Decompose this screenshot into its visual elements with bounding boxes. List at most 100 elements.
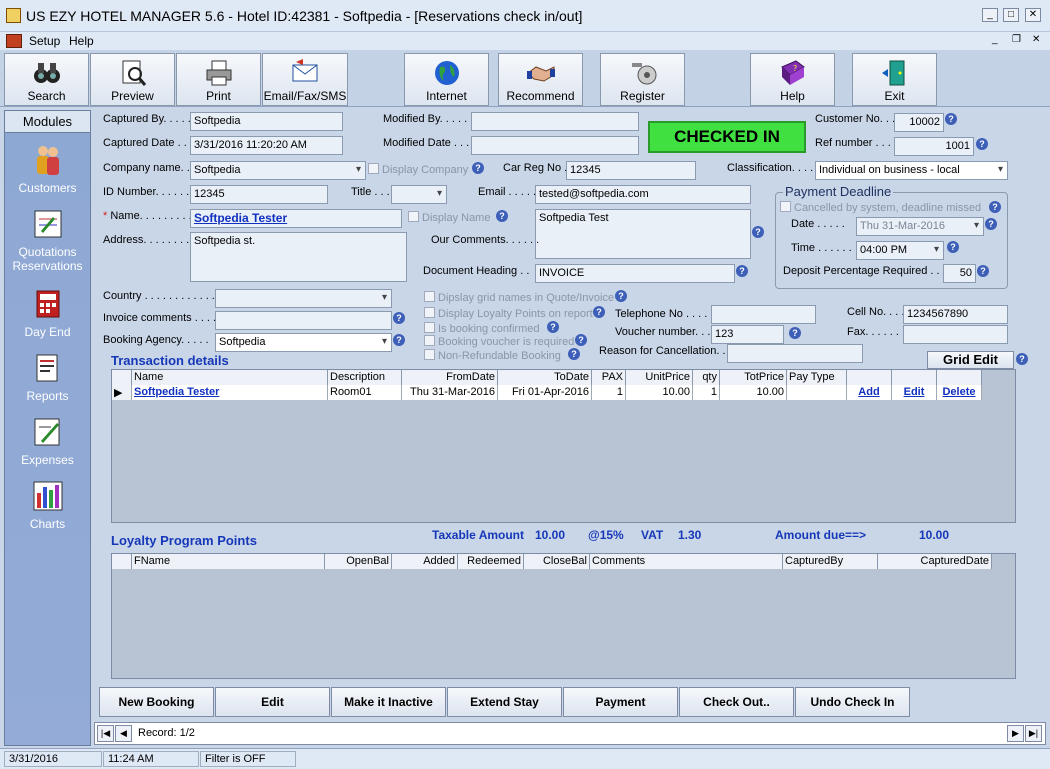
col-name[interactable]: Name xyxy=(132,370,328,385)
fax-field[interactable] xyxy=(903,325,1008,344)
col-paytype[interactable]: Pay Type xyxy=(787,370,847,385)
help-icon[interactable]: ? xyxy=(989,201,1001,213)
col-todate[interactable]: ToDate xyxy=(498,370,592,385)
help-icon[interactable]: ? xyxy=(976,138,988,150)
title-select[interactable] xyxy=(391,185,447,204)
booking-confirmed-checkbox[interactable]: Is booking confirmed xyxy=(424,322,540,335)
address-field[interactable]: Softpedia st. xyxy=(190,232,407,282)
help-icon[interactable]: ? xyxy=(568,348,580,360)
booking-agency-select[interactable]: Softpedia xyxy=(215,333,392,352)
recommend-button[interactable]: Recommend xyxy=(498,53,583,106)
undo-check-in-button[interactable]: Undo Check In xyxy=(795,687,910,717)
id-number-field[interactable]: 12345 xyxy=(190,185,328,204)
row-selector-icon[interactable]: ▶ xyxy=(112,385,132,400)
cell-description[interactable]: Room01 xyxy=(328,385,402,400)
payment-button[interactable]: Payment xyxy=(563,687,678,717)
help-icon[interactable]: ? xyxy=(945,113,957,125)
col-pax[interactable]: PAX xyxy=(592,370,626,385)
col-totprice[interactable]: TotPrice xyxy=(720,370,787,385)
modified-by-field[interactable] xyxy=(471,112,639,131)
cell-name[interactable]: Softpedia Tester xyxy=(132,385,328,400)
add-link[interactable]: Add xyxy=(847,385,892,400)
help-icon[interactable]: ? xyxy=(977,265,989,277)
display-name-checkbox[interactable]: Display Name xyxy=(408,211,490,224)
cell-qty[interactable]: 1 xyxy=(693,385,720,400)
captured-date-field[interactable]: 3/31/2016 11:20:20 AM xyxy=(190,136,343,155)
telephone-field[interactable] xyxy=(711,305,816,324)
help-icon[interactable]: ? xyxy=(593,306,605,318)
help-icon[interactable]: ? xyxy=(752,226,764,238)
help-icon[interactable]: ? xyxy=(496,210,508,222)
ref-number-field[interactable]: 1001 xyxy=(894,137,974,156)
modified-date-field[interactable] xyxy=(471,136,639,155)
sidebar-item-customers[interactable]: Customers xyxy=(5,143,90,195)
deadline-date-picker[interactable]: Thu 31-Mar-2016 xyxy=(856,217,984,236)
col-captureddate[interactable]: CapturedDate xyxy=(878,554,992,569)
comments-field[interactable]: Softpedia Test xyxy=(535,209,751,259)
check-out-button[interactable]: Check Out.. xyxy=(679,687,794,717)
app-menu-icon[interactable] xyxy=(6,34,22,48)
cell-totprice[interactable]: 10.00 xyxy=(720,385,787,400)
cell-fromdate[interactable]: Thu 31-Mar-2016 xyxy=(402,385,498,400)
sidebar-item-expenses[interactable]: Expenses xyxy=(5,415,90,467)
col-comments[interactable]: Comments xyxy=(590,554,783,569)
voucher-field[interactable]: 123 xyxy=(711,325,784,344)
previous-record-icon[interactable]: ◀ xyxy=(115,725,132,742)
print-button[interactable]: Print xyxy=(176,53,261,106)
help-icon[interactable]: ? xyxy=(472,162,484,174)
loyalty-points-checkbox[interactable]: Display Loyalty Points on report xyxy=(424,307,593,320)
sidebar-item-quotations[interactable]: Quotations Reservations xyxy=(5,207,90,273)
extend-stay-button[interactable]: Extend Stay xyxy=(447,687,562,717)
email-field[interactable]: tested@softpedia.com xyxy=(535,185,751,204)
mdi-close-icon[interactable]: ✕ xyxy=(1032,34,1040,45)
help-icon[interactable]: ? xyxy=(1016,353,1028,365)
country-select[interactable] xyxy=(215,289,392,308)
invoice-comments-field[interactable] xyxy=(215,311,392,330)
grid-names-checkbox[interactable]: Dipslay grid names in Quote/Invoice xyxy=(424,291,614,304)
col-capturedby[interactable]: CapturedBy xyxy=(783,554,878,569)
col-fname[interactable]: FName xyxy=(132,554,325,569)
col-description[interactable]: Description xyxy=(328,370,402,385)
preview-button[interactable]: Preview xyxy=(90,53,175,106)
maximize-icon[interactable]: □ xyxy=(1003,8,1019,22)
col-redeemed[interactable]: Redeemed xyxy=(458,554,524,569)
grid-edit-button[interactable]: Grid Edit xyxy=(927,351,1014,369)
search-button[interactable]: Search xyxy=(4,53,89,106)
edit-link[interactable]: Edit xyxy=(892,385,937,400)
deposit-field[interactable]: 50 xyxy=(943,264,976,283)
sidebar-item-charts[interactable]: Charts xyxy=(5,479,90,531)
internet-button[interactable]: Internet xyxy=(404,53,489,106)
help-icon[interactable]: ? xyxy=(547,321,559,333)
col-unitprice[interactable]: UnitPrice xyxy=(626,370,693,385)
email-fax-sms-button[interactable]: Email/Fax/SMS xyxy=(262,53,348,106)
mdi-restore-icon[interactable]: ❐ xyxy=(1012,34,1021,45)
name-field[interactable]: Softpedia Tester xyxy=(190,209,402,228)
company-select[interactable]: Softpedia xyxy=(190,161,366,180)
help-icon[interactable]: ? xyxy=(393,334,405,346)
menu-setup[interactable]: Setup xyxy=(29,34,60,48)
new-booking-button[interactable]: New Booking xyxy=(99,687,214,717)
help-icon[interactable]: ? xyxy=(736,265,748,277)
exit-button[interactable]: Exit xyxy=(852,53,937,106)
help-icon[interactable]: ? xyxy=(947,241,959,253)
display-company-checkbox[interactable]: Display Company xyxy=(368,163,468,176)
col-qty[interactable]: qty xyxy=(693,370,720,385)
non-refundable-checkbox[interactable]: Non-Refundable Booking xyxy=(424,349,561,362)
col-added[interactable]: Added xyxy=(392,554,458,569)
minimize-icon[interactable]: _ xyxy=(982,8,998,22)
close-icon[interactable]: ✕ xyxy=(1025,8,1041,22)
voucher-required-checkbox[interactable]: Booking voucher is required xyxy=(424,335,574,348)
first-record-icon[interactable]: |◀ xyxy=(97,725,114,742)
cell-field[interactable]: 1234567890 xyxy=(903,305,1008,324)
col-closebal[interactable]: CloseBal xyxy=(524,554,590,569)
help-icon[interactable]: ? xyxy=(615,290,627,302)
sidebar-item-day-end[interactable]: Day End xyxy=(5,287,90,339)
help-icon[interactable]: ? xyxy=(789,327,801,339)
reason-field[interactable] xyxy=(727,344,863,363)
cell-todate[interactable]: Fri 01-Apr-2016 xyxy=(498,385,592,400)
cell-pax[interactable]: 1 xyxy=(592,385,626,400)
col-fromdate[interactable]: FromDate xyxy=(402,370,498,385)
cancelled-by-system-checkbox[interactable]: Cancelled by system, deadline missed xyxy=(780,201,981,214)
help-icon[interactable]: ? xyxy=(985,218,997,230)
car-reg-field[interactable]: 12345 xyxy=(566,161,696,180)
